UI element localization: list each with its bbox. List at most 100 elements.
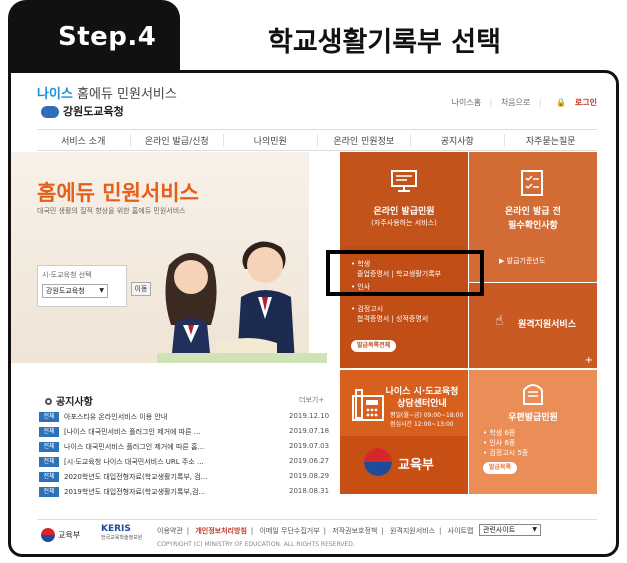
- first-page-link[interactable]: 처음으로: [501, 98, 530, 107]
- footer: 교육부 KERIS 한국교육학술정보원 이용약관 | 개인정보처리방침 | 이메일 무…: [37, 519, 597, 554]
- menu-item-service-intro[interactable]: 서비스 소개: [37, 133, 131, 147]
- footer-link-email[interactable]: 이메일 무단수집거부: [259, 527, 319, 535]
- browser-frame: 나이스 홈에듀 민원서비스 강원도교육청 나이스홈 | 처음으로 | 🔒 로그인…: [8, 70, 619, 557]
- footer-link-sitemap[interactable]: 사이트맵: [448, 527, 474, 535]
- office-select-value: 강원도교육청: [46, 287, 85, 295]
- keris-logo[interactable]: KERIS 한국교육학술정보원: [101, 524, 142, 541]
- divider: |: [538, 98, 542, 107]
- issue-list-all-button[interactable]: 발급목록전체: [351, 340, 397, 352]
- category-badge: 전체: [39, 412, 59, 422]
- office-emblem-icon: [41, 106, 59, 118]
- notice-title[interactable]: [시·도교육청 나이스 대국민서비스 URL 주소 ...: [64, 457, 204, 467]
- chevron-down-icon: ▼: [99, 287, 104, 294]
- copyright-text: COPYRIGHT (C) MINISTRY OF EDUCATION. ALL…: [157, 541, 355, 548]
- related-sites-select[interactable]: 관련사이트 ▼: [479, 524, 541, 536]
- notice-date: 2019.06.27: [289, 457, 330, 465]
- notice-title[interactable]: 나이스 대국민서비스 플러그인 제거에 따른 홈...: [64, 442, 204, 452]
- notice-list: 전체 아포스티유 온라인서비스 이용 안내 2019.12.10 전체 [나이스 대국…: [39, 410, 329, 500]
- exam-cert-links[interactable]: 합격증명서 | 성적증명서: [357, 314, 428, 324]
- list-item[interactable]: 전체 나이스 대국민서비스 플러그인 제거에 따른 홈... 2019.07.03: [39, 440, 329, 455]
- monitor-icon: [391, 170, 417, 192]
- office-name: 강원도교육청: [63, 105, 124, 118]
- login-link[interactable]: 🔒 로그인: [550, 98, 597, 107]
- lock-icon: 🔒: [556, 98, 567, 107]
- notice-date: 2019.07.18: [289, 427, 330, 435]
- office-select-panel: 시·도교육청 선택 강원도교육청 ▼: [37, 265, 127, 307]
- site-logo[interactable]: 나이스 홈에듀 민원서비스: [37, 83, 177, 102]
- list-item[interactable]: 전체 2019학년도 대입전형자료(학교생활기록부,검... 2018.08.31: [39, 485, 329, 500]
- menu-item-notices[interactable]: 공지사항: [411, 133, 505, 147]
- arrow-right-icon: ▶: [499, 257, 505, 265]
- category-badge: 전체: [39, 487, 59, 497]
- postal-personnel-text: 인사 6종: [489, 439, 516, 447]
- menu-item-faq[interactable]: 자주묻는질문: [505, 134, 598, 147]
- divider: |: [323, 527, 327, 535]
- move-button[interactable]: 이동: [131, 282, 151, 296]
- login-label: 로그인: [574, 98, 597, 107]
- step-label: Step.4: [58, 22, 157, 52]
- students-illustration: [157, 241, 327, 363]
- notice-more-link[interactable]: 더보기+: [299, 395, 324, 405]
- precheck-title-2: 필수확인사항: [508, 221, 558, 231]
- postal-exam-text: 검정고시 5종: [489, 449, 529, 457]
- issue-year-link[interactable]: ▶ 발급기준년도: [499, 256, 545, 266]
- notice-title[interactable]: 2020학년도 대입전형자료(학교생활기록부, 검...: [64, 472, 207, 482]
- notice-date: 2018.08.31: [289, 487, 330, 495]
- ministry-name: 교육부: [398, 458, 434, 473]
- postal-issue-title: 우편발급민원: [508, 413, 558, 423]
- category-badge: 전체: [39, 427, 59, 437]
- menu-item-online-info[interactable]: 온라인 민원정보: [318, 133, 411, 147]
- footer-link-copyright[interactable]: 저작권보호정책: [332, 527, 377, 535]
- exam-label: • 검정고시: [351, 305, 384, 313]
- postal-exam: • 검정고시 5종: [483, 449, 529, 457]
- list-item[interactable]: 전체 [시·도교육청 나이스 대국민서비스 URL 주소 ... 2019.06.2…: [39, 455, 329, 470]
- ministry-footer-logo[interactable]: 교육부: [41, 528, 80, 542]
- notice-date: 2019.08.29: [289, 472, 330, 480]
- postal-issue-tile[interactable]: 우편발급민원 • 학생 6종 • 인사 6종 • 검정고시 5종 발급목록: [469, 370, 597, 494]
- postal-student: • 학생 6종: [483, 429, 516, 437]
- notice-title[interactable]: [나이스 대국민서비스 플러그인 제거에 따른 ...: [64, 427, 200, 437]
- student-girl-figure: [165, 253, 217, 363]
- hero-title: 홈에듀 민원서비스: [37, 181, 199, 205]
- office-logo[interactable]: 강원도교육청: [41, 103, 124, 119]
- online-issue-header: 온라인 발급민원 (자주사용하는 서비스): [340, 152, 468, 246]
- circle-bullet-icon: [45, 398, 52, 405]
- hero-subtitle: 대국민 생활의 질적 향상을 위한 홈에듀 민원서비스: [37, 207, 186, 215]
- category-badge: 전체: [39, 442, 59, 452]
- precheck-tile[interactable]: 온라인 발급 전 필수확인사항 ▶ 발급기준년도: [469, 152, 597, 282]
- main-menu: 서비스 소개 온라인 발급/신청 나의민원 온라인 민원정보 공지사항 자주묻는…: [37, 129, 597, 151]
- footer-link-privacy[interactable]: 개인정보처리방침: [195, 527, 247, 535]
- notice-heading-text: 공지사항: [56, 397, 93, 408]
- notice-title[interactable]: 2019학년도 대입전형자료(학교생활기록부,검...: [64, 487, 205, 497]
- step-title: 학교생활기록부 선택: [268, 27, 501, 58]
- ministry-footer-name: 교육부: [58, 530, 81, 540]
- footer-link-remote[interactable]: 원격지원서비스: [390, 527, 435, 535]
- keris-logo-text: KERIS: [101, 524, 131, 534]
- online-issue-title: 온라인 발급민원: [373, 207, 435, 217]
- taeguk-emblem-icon: [364, 448, 392, 476]
- postal-list-button[interactable]: 발급목록: [483, 462, 518, 474]
- notice-date: 2019.12.10: [289, 412, 330, 420]
- menu-item-online-issue[interactable]: 온라인 발급/신청: [131, 133, 224, 147]
- help-center-title-2: 상담센터안내: [397, 399, 447, 409]
- list-item[interactable]: 전체 [나이스 대국민서비스 플러그인 제거에 따른 ... 2019.07.18: [39, 425, 329, 440]
- office-select[interactable]: 강원도교육청 ▼: [42, 284, 108, 298]
- notice-title[interactable]: 아포스티유 온라인서비스 이용 안내: [64, 412, 167, 422]
- notice-heading: 공지사항: [45, 393, 93, 408]
- help-center-tile[interactable]: 나이스 시·도교육청 상담센터안내 평일(월~금) 09:00~18:00 점심…: [340, 370, 468, 494]
- neis-home-link[interactable]: 나이스홈: [452, 98, 481, 107]
- list-item[interactable]: 전체 아포스티유 온라인서비스 이용 안내 2019.12.10: [39, 410, 329, 425]
- menu-item-my-requests[interactable]: 나의민원: [224, 133, 318, 147]
- highlight-box: [326, 250, 484, 296]
- keris-logo-subtitle: 한국교육학술정보원: [101, 535, 143, 541]
- chevron-down-icon: ▼: [532, 526, 537, 533]
- remote-support-title: 원격지원서비스: [518, 320, 576, 330]
- list-item[interactable]: 전체 2020학년도 대입전형자료(학교생활기록부, 검... 2019.08.29: [39, 470, 329, 485]
- remote-support-tile[interactable]: ☝ 원격지원서비스 +: [469, 283, 597, 368]
- divider: |: [489, 98, 493, 107]
- divider: |: [439, 527, 442, 535]
- online-issue-subtitle: (자주사용하는 서비스): [371, 219, 437, 227]
- footer-link-terms[interactable]: 이용약관: [157, 527, 183, 535]
- footer-links: 이용약관 | 개인정보처리방침 | 이메일 무단수집거부 | 저작권보호정책 | 원격지…: [157, 526, 477, 536]
- postal-student-text: 학생 6종: [489, 429, 516, 437]
